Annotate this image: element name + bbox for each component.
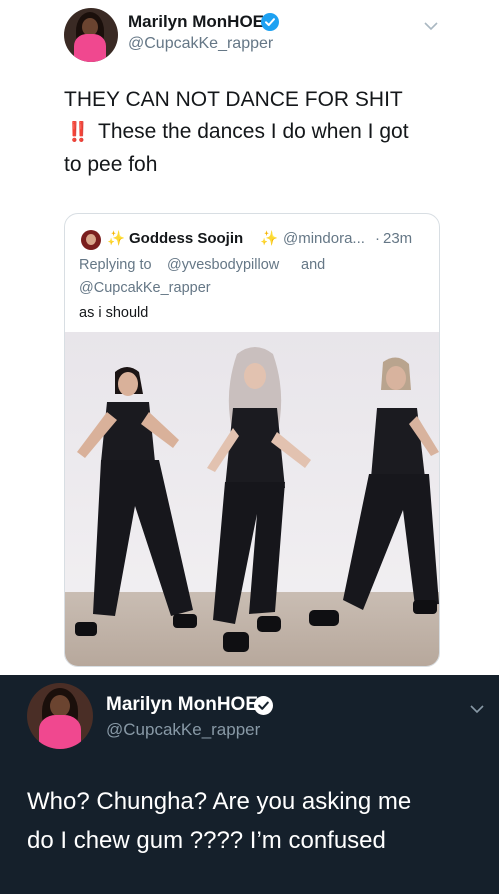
verified-badge-icon xyxy=(254,696,273,715)
replying-to-and: and xyxy=(301,257,326,273)
tweet-text-line: These the dances I do when I got xyxy=(98,120,409,143)
chevron-down-icon[interactable] xyxy=(470,701,484,719)
quote-display-name[interactable]: Goddess Soojin xyxy=(129,230,243,247)
avatar[interactable] xyxy=(27,683,93,749)
tweet-text-line: THEY CAN NOT DANCE FOR SHIT xyxy=(64,88,403,111)
avatar[interactable] xyxy=(81,230,101,250)
username[interactable]: @CupcakKe_rapper xyxy=(128,35,273,53)
reply-user-link[interactable]: @CupcakKe_rapper xyxy=(79,280,211,296)
separator-dot: · xyxy=(375,230,380,247)
reply-user-link[interactable]: @yvesbodypillow xyxy=(167,257,279,273)
timestamp[interactable]: 23m xyxy=(383,230,412,247)
tweet-text-line: Who? Chungha? Are you asking me xyxy=(27,788,412,815)
quoted-tweet[interactable]: ✨ Goddess Soojin ✨ @mindora... · 23m Rep… xyxy=(64,213,440,667)
avatar[interactable] xyxy=(64,8,118,62)
sparkle-icon: ✨ xyxy=(107,231,126,247)
verified-badge-icon xyxy=(261,13,279,31)
tweet-text-line: do I chew gum ???? I’m confused xyxy=(27,827,386,854)
quote-username[interactable]: @mindora... xyxy=(283,230,365,247)
sparkle-icon: ✨ xyxy=(260,231,279,247)
display-name[interactable]: Marilyn MonHOE xyxy=(128,12,264,32)
quote-text: as i should xyxy=(79,305,149,321)
chevron-down-icon[interactable] xyxy=(424,18,438,36)
tweet-text-line: to pee foh xyxy=(64,153,158,176)
username[interactable]: @CupcakKe_rapper xyxy=(106,720,260,740)
double-exclamation-icon: ‼️ xyxy=(66,122,90,143)
replying-to-prefix: Replying to xyxy=(79,257,152,273)
embedded-video[interactable] xyxy=(65,332,439,666)
display-name[interactable]: Marilyn MonHOE xyxy=(106,694,258,716)
